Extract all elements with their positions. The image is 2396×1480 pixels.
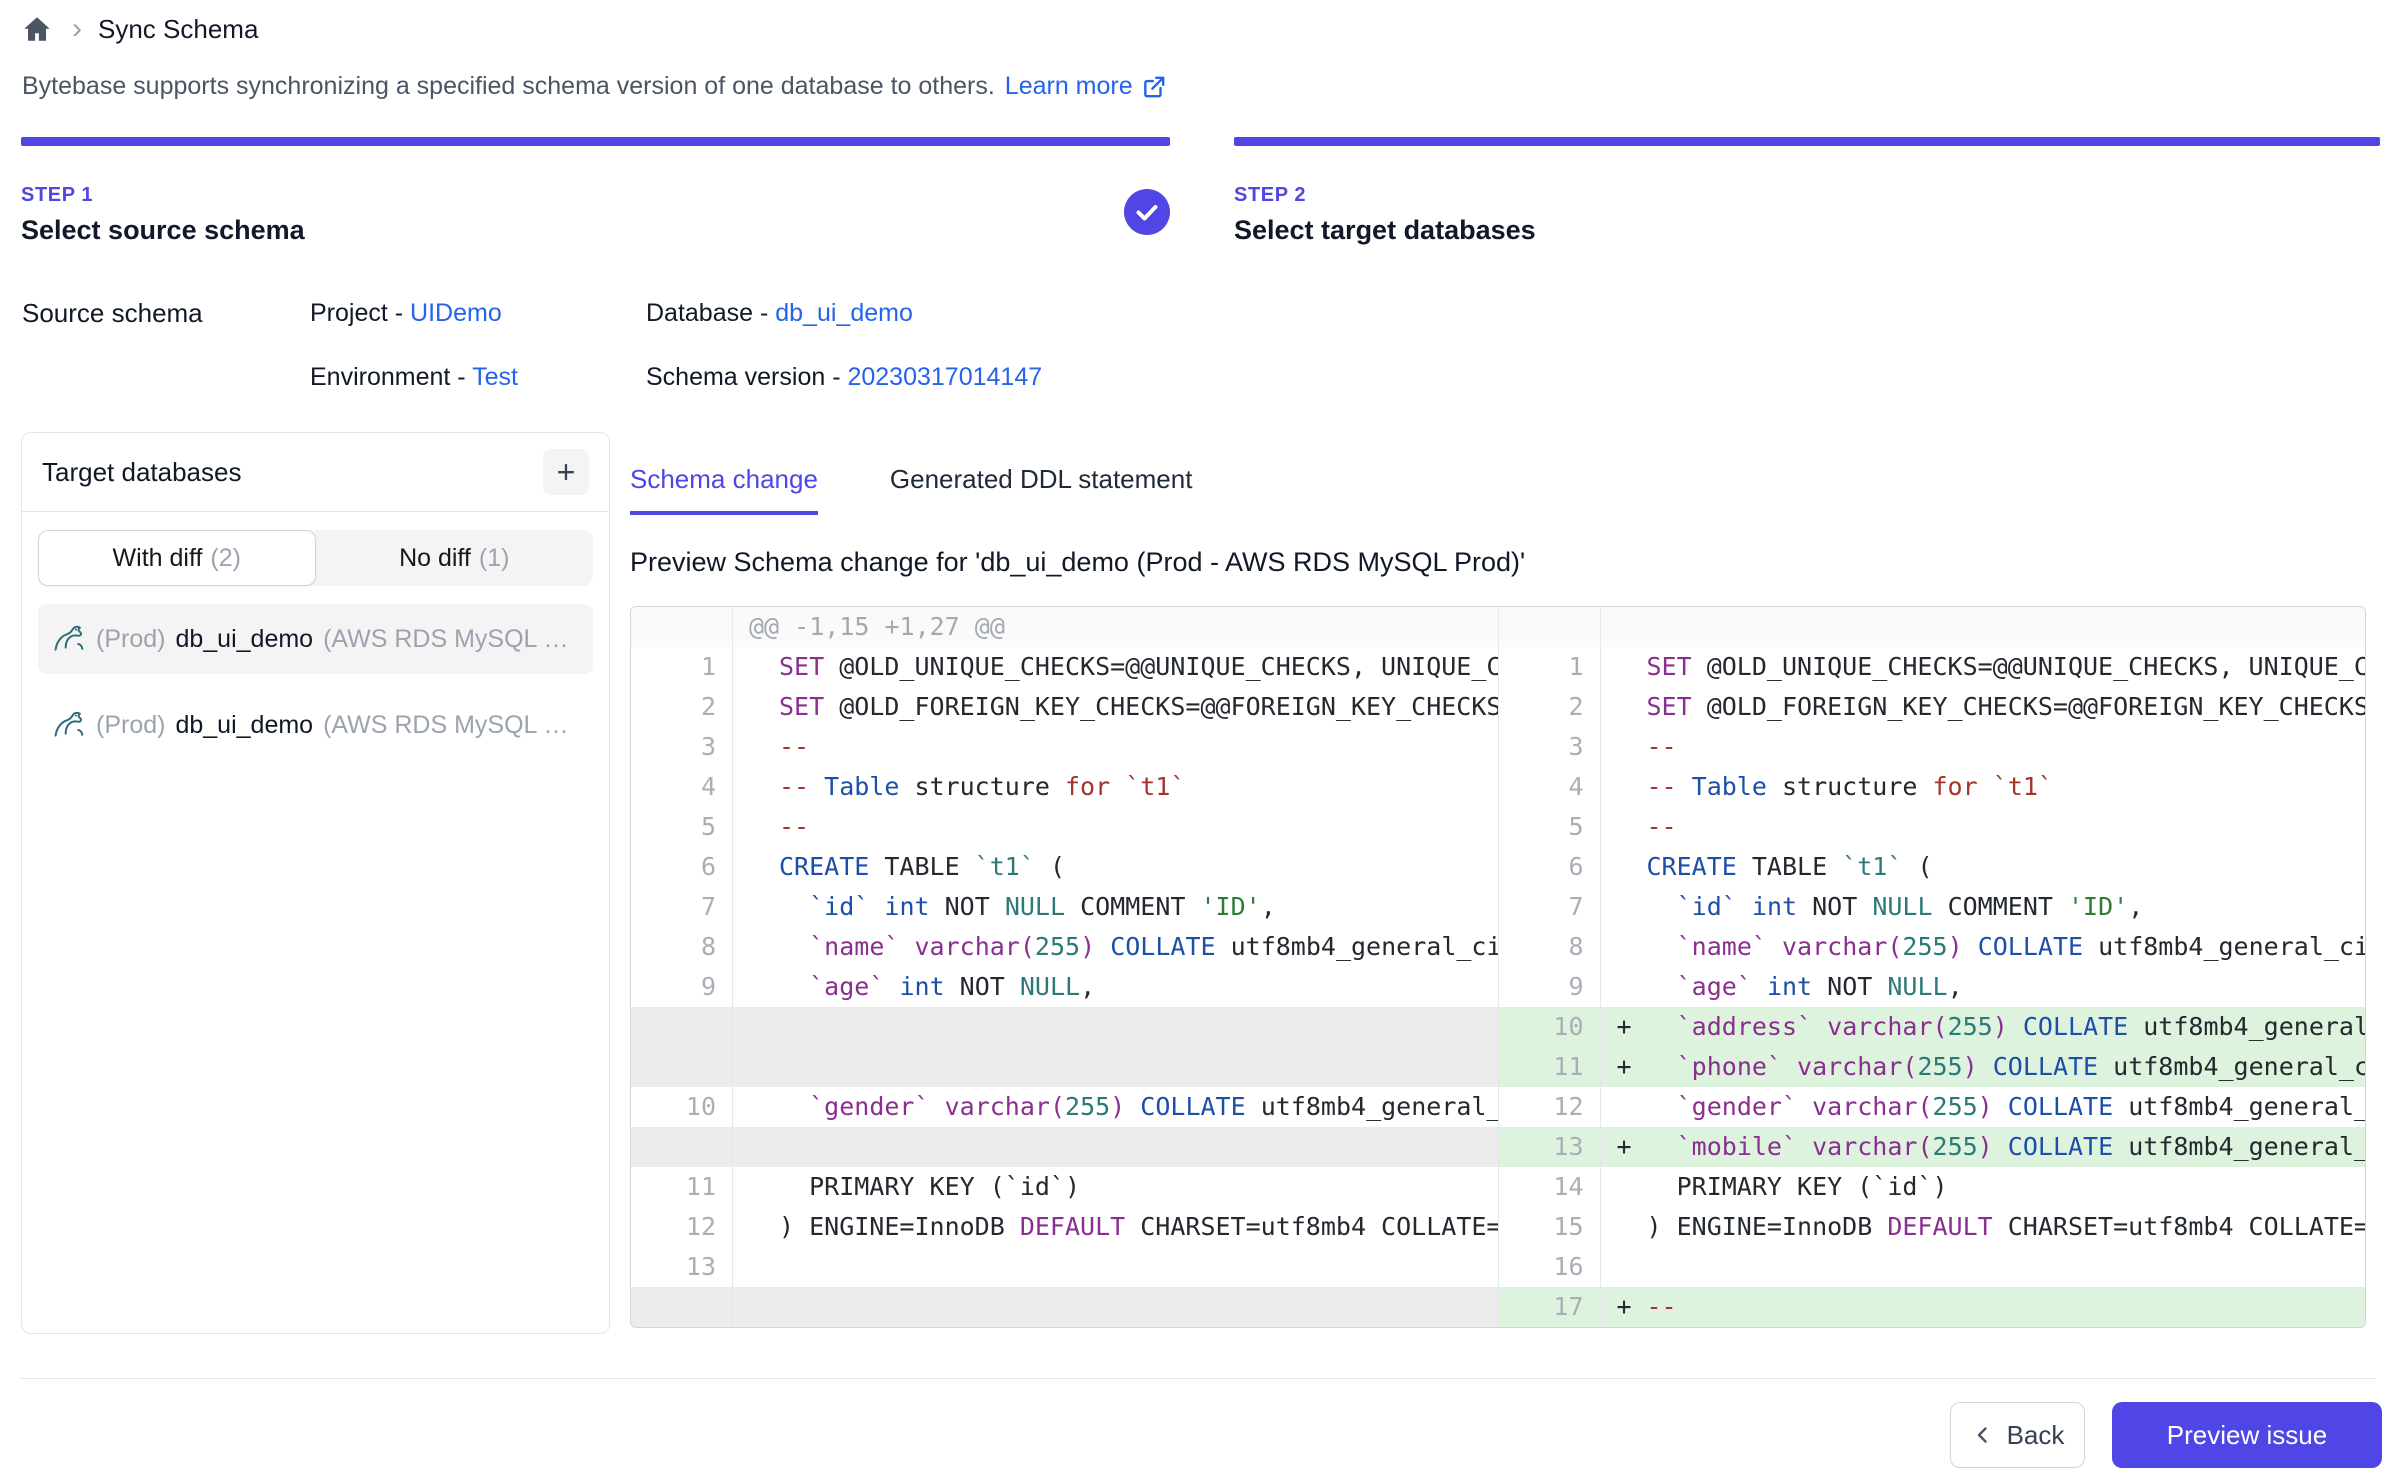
diff-row [1499, 607, 2366, 647]
diff-row: 12 `gender` varchar(255) COLLATE utf8mb4… [1499, 1087, 2366, 1127]
step-2-progress-bar [1234, 137, 2380, 146]
target-database-list: (Prod) db_ui_demo (AWS RDS MySQL Prod) (… [38, 604, 593, 760]
diff-row: 10+ `address` varchar(255) COLLATE utf8m… [1499, 1007, 2366, 1047]
database-link[interactable]: db_ui_demo [775, 299, 913, 327]
description-text: Bytebase supports synchronizing a specif… [22, 72, 995, 101]
home-icon[interactable] [22, 12, 56, 46]
schema-preview-area: Schema change Generated DDL statement Pr… [630, 432, 2366, 1328]
diff-row: 13 [631, 1247, 1498, 1287]
diff-row: 8 `name` varchar(255) COLLATE utf8mb4_ge… [631, 927, 1498, 967]
diff-row: 8 `name` varchar(255) COLLATE utf8mb4_ge… [1499, 927, 2366, 967]
tab-schema-change[interactable]: Schema change [630, 464, 818, 515]
diff-filter-tabs: With diff(2) No diff(1) [38, 530, 593, 586]
target-databases-title: Target databases [42, 457, 241, 488]
diff-row: 9 `age` int NOT NULL, [1499, 967, 2366, 1007]
diff-row [631, 1127, 1498, 1167]
target-database-item[interactable]: (Prod) db_ui_demo (AWS RDS MySQL Prod) [38, 690, 593, 760]
step-2: STEP 2 Select target databases [1234, 137, 2380, 246]
step-1: STEP 1 Select source schema [21, 137, 1170, 246]
source-schema-label: Source schema [22, 298, 310, 329]
tab-no-diff[interactable]: No diff(1) [316, 530, 594, 586]
diff-row [631, 1007, 1498, 1087]
external-link-icon [1141, 74, 1167, 100]
mysql-icon [52, 622, 86, 656]
diff-row: 6CREATE TABLE `t1` ( [1499, 847, 2366, 887]
diff-row [631, 1287, 1498, 1327]
source-schema-summary: Source schema Project - UIDemo Database … [22, 292, 1042, 420]
footer-actions: Back Preview issue [1950, 1402, 2382, 1468]
diff-row: 3-- [631, 727, 1498, 767]
footer-divider [20, 1378, 2376, 1379]
schema-version-link[interactable]: 20230317014147 [847, 363, 1042, 391]
diff-row: 10 `gender` varchar(255) COLLATE utf8mb4… [631, 1087, 1498, 1127]
step-2-label: STEP 2 [1234, 184, 2380, 207]
diff-left-pane: @@ -1,15 +1,27 @@1SET @OLD_UNIQUE_CHECKS… [631, 607, 1498, 1327]
preview-issue-button[interactable]: Preview issue [2112, 1402, 2382, 1468]
diff-row: 9 `age` int NOT NULL, [631, 967, 1498, 1007]
diff-row: 4-- Table structure for `t1` [1499, 767, 2366, 807]
diff-row: 7 `id` int NOT NULL COMMENT 'ID', [631, 887, 1498, 927]
diff-row: 15) ENGINE=InnoDB DEFAULT CHARSET=utf8mb… [1499, 1207, 2366, 1247]
sync-schema-page: › Sync Schema Bytebase supports synchron… [0, 0, 2396, 1480]
diff-row: 11 PRIMARY KEY (`id`) [631, 1167, 1498, 1207]
page-description: Bytebase supports synchronizing a specif… [22, 72, 1167, 101]
database-cell: Database - db_ui_demo [646, 299, 913, 328]
step-2-title: Select target databases [1234, 215, 2380, 246]
environment-link[interactable]: Test [472, 363, 518, 391]
schema-diff-view: @@ -1,15 +1,27 @@1SET @OLD_UNIQUE_CHECKS… [630, 606, 2366, 1328]
preview-tabs: Schema change Generated DDL statement [630, 464, 2366, 515]
breadcrumb-current: Sync Schema [98, 14, 258, 45]
schema-version-cell: Schema version - 20230317014147 [646, 363, 1042, 392]
diff-row: 14 PRIMARY KEY (`id`) [1499, 1167, 2366, 1207]
preview-title: Preview Schema change for 'db_ui_demo (P… [630, 547, 2366, 578]
diff-row: 4-- Table structure for `t1` [631, 767, 1498, 807]
diff-row: 2SET @OLD_FOREIGN_KEY_CHECKS=@@FOREIGN_K… [631, 687, 1498, 727]
breadcrumb-chevron-icon: › [72, 12, 82, 46]
step-1-check-icon [1124, 189, 1170, 235]
diff-row: 5-- [1499, 807, 2366, 847]
diff-row: 3-- [1499, 727, 2366, 767]
diff-row: 11+ `phone` varchar(255) COLLATE utf8mb4… [1499, 1047, 2366, 1087]
tab-with-diff[interactable]: With diff(2) [38, 530, 316, 586]
mysql-icon [52, 708, 86, 742]
environment-cell: Environment - Test [310, 363, 646, 392]
diff-row: 6CREATE TABLE `t1` ( [631, 847, 1498, 887]
add-target-database-button[interactable]: + [543, 449, 589, 495]
step-1-title: Select source schema [21, 215, 1170, 246]
diff-row: 12) ENGINE=InnoDB DEFAULT CHARSET=utf8mb… [631, 1207, 1498, 1247]
back-button[interactable]: Back [1950, 1402, 2085, 1468]
breadcrumb: › Sync Schema [22, 12, 258, 46]
learn-more-link[interactable]: Learn more [1005, 72, 1167, 101]
project-link[interactable]: UIDemo [410, 299, 502, 327]
target-database-item[interactable]: (Prod) db_ui_demo (AWS RDS MySQL Prod) [38, 604, 593, 674]
diff-row: 17+-- [1499, 1287, 2366, 1327]
diff-row: 7 `id` int NOT NULL COMMENT 'ID', [1499, 887, 2366, 927]
diff-row: 1SET @OLD_UNIQUE_CHECKS=@@UNIQUE_CHECKS,… [631, 647, 1498, 687]
diff-row: 5-- [631, 807, 1498, 847]
diff-row: 13+ `mobile` varchar(255) COLLATE utf8mb… [1499, 1127, 2366, 1167]
diff-row: 2SET @OLD_FOREIGN_KEY_CHECKS=@@FOREIGN_K… [1499, 687, 2366, 727]
diff-right-pane: 1SET @OLD_UNIQUE_CHECKS=@@UNIQUE_CHECKS,… [1498, 607, 2366, 1327]
diff-row: @@ -1,15 +1,27 @@ [631, 607, 1498, 647]
chevron-left-icon [1971, 1423, 1995, 1447]
diff-row: 1SET @OLD_UNIQUE_CHECKS=@@UNIQUE_CHECKS,… [1499, 647, 2366, 687]
step-1-label: STEP 1 [21, 184, 1170, 207]
diff-row: 16 [1499, 1247, 2366, 1287]
project-cell: Project - UIDemo [310, 299, 646, 328]
tab-generated-ddl[interactable]: Generated DDL statement [890, 464, 1193, 515]
step-1-progress-bar [21, 137, 1170, 146]
target-databases-panel: Target databases + With diff(2) No diff(… [21, 432, 610, 1334]
